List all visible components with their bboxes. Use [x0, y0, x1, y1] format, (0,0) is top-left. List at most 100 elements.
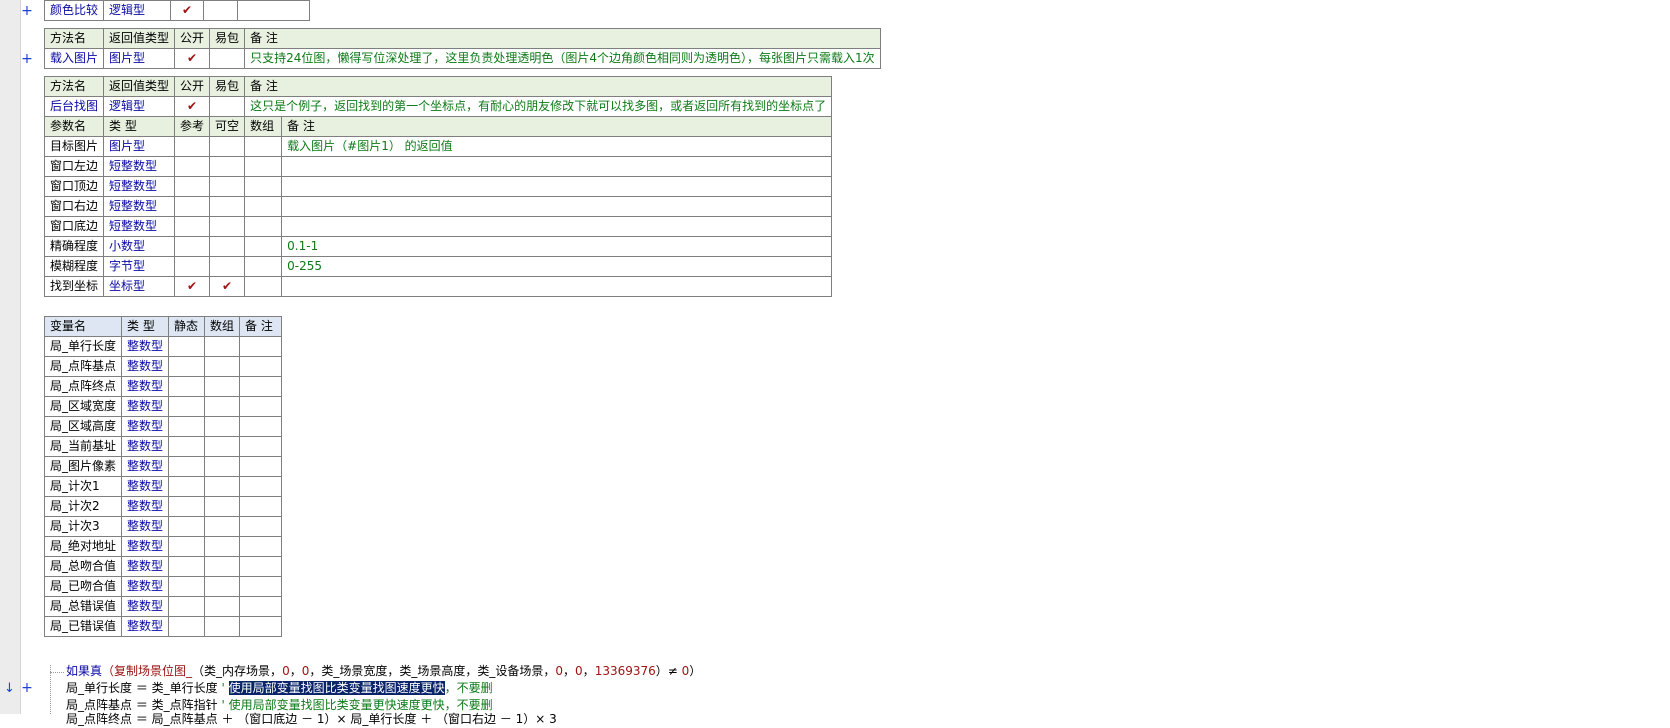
- variable-remark[interactable]: [239, 436, 283, 457]
- param-type[interactable]: 短整数型: [103, 176, 176, 197]
- variable-array[interactable]: [204, 516, 241, 537]
- variable-remark[interactable]: [239, 496, 283, 517]
- variable-type[interactable]: 整数型: [121, 456, 170, 477]
- variable-type[interactable]: 整数型: [121, 596, 170, 617]
- param-remark[interactable]: [281, 276, 833, 297]
- variable-remark[interactable]: [239, 556, 283, 577]
- variable-static[interactable]: [168, 416, 206, 437]
- param-type[interactable]: 字节型: [103, 256, 176, 277]
- variable-remark[interactable]: [239, 376, 283, 397]
- variable-name[interactable]: 局_区域高度: [43, 416, 123, 437]
- param-remark[interactable]: [281, 176, 833, 197]
- variable-array[interactable]: [204, 356, 241, 377]
- variable-array[interactable]: [204, 336, 241, 357]
- param-array[interactable]: [244, 156, 283, 177]
- param-name[interactable]: 窗口底边: [43, 216, 105, 237]
- variable-static[interactable]: [168, 516, 206, 537]
- variable-remark[interactable]: [239, 396, 283, 417]
- public-check-icon[interactable]: ✔: [170, 0, 205, 21]
- easy-pack-cell[interactable]: [203, 0, 239, 21]
- variable-name[interactable]: 局_总吻合值: [43, 556, 123, 577]
- variable-name[interactable]: 局_已吻合值: [43, 576, 123, 597]
- variable-static[interactable]: [168, 596, 206, 617]
- variable-remark[interactable]: [239, 356, 283, 377]
- param-type[interactable]: 图片型: [103, 136, 176, 157]
- param-remark[interactable]: 0-255: [281, 256, 833, 277]
- param-name[interactable]: 找到坐标: [43, 276, 105, 297]
- variable-type[interactable]: 整数型: [121, 516, 170, 537]
- param-remark[interactable]: [281, 156, 833, 177]
- variable-remark[interactable]: [239, 516, 283, 537]
- variable-type[interactable]: 整数型: [121, 416, 170, 437]
- method-name[interactable]: 载入图片: [43, 48, 105, 69]
- param-name[interactable]: 窗口左边: [43, 156, 105, 177]
- variable-array[interactable]: [204, 376, 241, 397]
- param-name[interactable]: 模糊程度: [43, 256, 105, 277]
- expand-code-icon[interactable]: +: [20, 681, 34, 695]
- return-type[interactable]: 逻辑型: [103, 96, 176, 117]
- variable-type[interactable]: 整数型: [121, 396, 170, 417]
- expand-颜色比较-icon[interactable]: +: [20, 4, 34, 18]
- param-name[interactable]: 精确程度: [43, 236, 105, 257]
- param-type[interactable]: 短整数型: [103, 156, 176, 177]
- param-array[interactable]: [244, 236, 283, 257]
- variable-static[interactable]: [168, 376, 206, 397]
- param-by-ref[interactable]: [174, 216, 211, 237]
- variable-array[interactable]: [204, 596, 241, 617]
- code-statement[interactable]: 局_点阵终点 ＝ 局_点阵基点 ＋ （窗口底边 － 1）× 局_单行长度 ＋ （…: [66, 712, 557, 726]
- variable-name[interactable]: 局_区域宽度: [43, 396, 123, 417]
- method-name[interactable]: 后台找图: [43, 96, 105, 117]
- variable-remark[interactable]: [239, 536, 283, 557]
- variable-array[interactable]: [204, 496, 241, 517]
- param-array[interactable]: [244, 256, 283, 277]
- param-nullable[interactable]: [209, 136, 246, 157]
- variable-remark[interactable]: [239, 596, 283, 617]
- variable-type[interactable]: 整数型: [121, 556, 170, 577]
- param-by-ref-check-icon[interactable]: ✔: [174, 276, 211, 297]
- variable-static[interactable]: [168, 476, 206, 497]
- variable-remark[interactable]: [239, 476, 283, 497]
- param-nullable[interactable]: [209, 256, 246, 277]
- variable-remark[interactable]: [239, 416, 283, 437]
- param-by-ref[interactable]: [174, 156, 211, 177]
- param-nullable[interactable]: [209, 176, 246, 197]
- variable-remark[interactable]: [239, 336, 283, 357]
- param-type[interactable]: 短整数型: [103, 216, 176, 237]
- code-line-if[interactable]: 如果真（复制场景位图_（类_内存场景，0，0，类_场景宽度，类_场景高度，类_设…: [66, 663, 701, 680]
- param-array[interactable]: [244, 216, 283, 237]
- method-name[interactable]: 颜色比较: [43, 0, 105, 21]
- param-nullable[interactable]: [209, 196, 246, 217]
- selected-comment-text[interactable]: 使用局部变量找图比类变量找图速度更快: [228, 681, 445, 695]
- param-nullable[interactable]: [209, 156, 246, 177]
- param-name[interactable]: 窗口右边: [43, 196, 105, 217]
- variable-remark[interactable]: [239, 616, 283, 637]
- param-by-ref[interactable]: [174, 176, 211, 197]
- variable-name[interactable]: 局_当前基址: [43, 436, 123, 457]
- param-type[interactable]: 短整数型: [103, 196, 176, 217]
- param-name[interactable]: 目标图片: [43, 136, 105, 157]
- variable-array[interactable]: [204, 456, 241, 477]
- variable-name[interactable]: 局_绝对地址: [43, 536, 123, 557]
- param-array[interactable]: [244, 136, 283, 157]
- variable-static[interactable]: [168, 496, 206, 517]
- variable-name[interactable]: 局_点阵基点: [43, 356, 123, 377]
- public-check-icon[interactable]: ✔: [174, 96, 211, 117]
- param-name[interactable]: 窗口顶边: [43, 176, 105, 197]
- code-line-assign-1[interactable]: 局_单行长度 ＝ 类_单行长度 ' 使用局部变量找图比类变量找图速度更快，不要删: [66, 680, 493, 697]
- code-statement[interactable]: 局_单行长度 ＝ 类_单行长度: [66, 681, 221, 695]
- variable-array[interactable]: [204, 416, 241, 437]
- param-nullable[interactable]: [209, 236, 246, 257]
- method-remark[interactable]: 只支持24位图，懒得写位深处理了，这里负责处理透明色（图片4个边角颜色相同则为透…: [244, 48, 881, 69]
- function-copy-scene-bitmap[interactable]: 复制场景位图_: [114, 664, 192, 678]
- method-remark[interactable]: 这只是个例子，返回找到的第一个坐标点，有耐心的朋友修改下就可以找多图，或者返回所…: [244, 96, 833, 117]
- variable-name[interactable]: 局_总错误值: [43, 596, 123, 617]
- param-by-ref[interactable]: [174, 236, 211, 257]
- variable-array[interactable]: [204, 436, 241, 457]
- public-check-icon[interactable]: ✔: [174, 48, 211, 69]
- remark-cell[interactable]: [237, 0, 311, 21]
- variable-name[interactable]: 局_已错误值: [43, 616, 123, 637]
- variable-static[interactable]: [168, 576, 206, 597]
- param-nullable-check-icon[interactable]: ✔: [209, 276, 246, 297]
- return-type[interactable]: 图片型: [103, 48, 176, 69]
- variable-static[interactable]: [168, 536, 206, 557]
